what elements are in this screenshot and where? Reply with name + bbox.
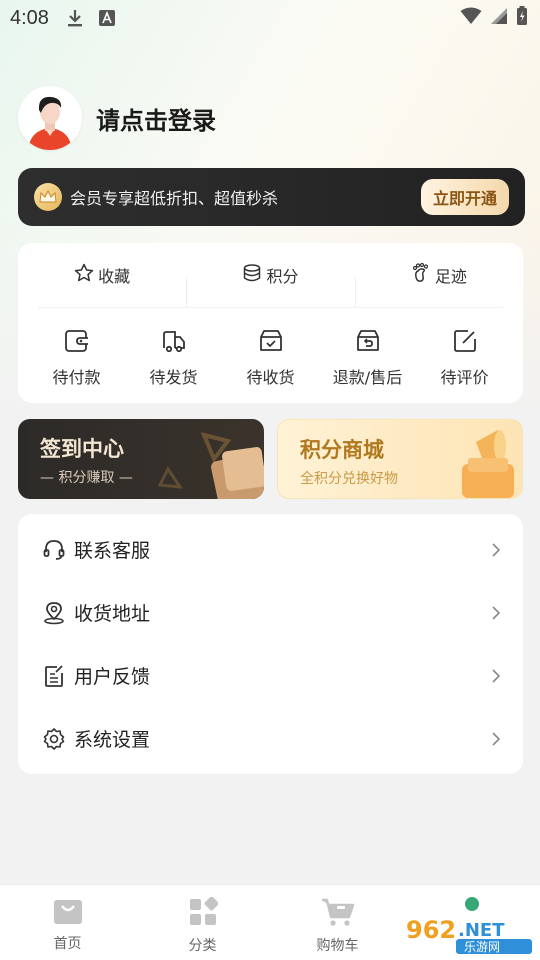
watermark-logo: 962 .NET 乐游网	[400, 908, 536, 956]
vip-banner[interactable]: 会员专享超低折扣、超值秒杀 立即开通	[18, 168, 525, 226]
chevron-right-icon	[491, 668, 501, 684]
order-refund[interactable]: 退款/售后	[322, 328, 414, 388]
sign-in-center-banner[interactable]: 签到中心 — 积分赚取 —	[18, 419, 264, 499]
favorites-label: 收藏	[98, 267, 131, 286]
order-pending-review[interactable]: 待评价	[419, 328, 511, 388]
footprint-link[interactable]: 足迹	[354, 262, 523, 307]
tab-home[interactable]: 首页	[0, 885, 135, 960]
wallet-icon	[64, 328, 90, 364]
refund-icon	[355, 328, 381, 364]
settings-icon	[42, 727, 66, 751]
points-mall-title: 积分商城	[300, 438, 384, 462]
footprint-icon	[411, 262, 435, 287]
text-a-icon	[98, 10, 115, 26]
order-pending-receipt[interactable]: 待收货	[225, 328, 317, 388]
review-icon	[452, 328, 478, 364]
menu-feedback[interactable]: 用户反馈	[18, 644, 523, 707]
order-status-row: 待付款 待发货 待收货 退款/售后 待评价	[18, 308, 523, 388]
quick-access-card: 收藏 积分 足迹 待付款 待发货 待收货 退款/售后 待评价	[18, 243, 523, 403]
order-pending-receipt-label: 待收货	[246, 368, 295, 387]
crown-icon	[34, 183, 62, 211]
points-mall-subtitle: 全积分兑换好物	[300, 471, 398, 487]
battery-icon	[516, 6, 528, 30]
star-icon	[74, 263, 98, 287]
avatar[interactable]	[18, 86, 82, 150]
order-pending-payment-label: 待付款	[52, 368, 101, 387]
tab-category-label: 分类	[188, 938, 217, 954]
cart-icon	[321, 897, 355, 935]
menu-customer-service[interactable]: 联系客服	[18, 518, 523, 581]
service-menu: 联系客服 收货地址 用户反馈 系统设置	[18, 514, 523, 774]
points-label: 积分	[266, 267, 299, 286]
vip-promo-text: 会员专享超低折扣、超值秒杀	[70, 189, 279, 208]
feedback-icon	[42, 664, 66, 688]
menu-shipping-address[interactable]: 收货地址	[18, 581, 523, 644]
signal-icon	[490, 7, 508, 29]
menu-settings[interactable]: 系统设置	[18, 707, 523, 770]
points-link[interactable]: 积分	[186, 263, 354, 307]
menu-feedback-label: 用户反馈	[74, 666, 151, 688]
tab-category[interactable]: 分类	[135, 885, 270, 960]
login-prompt[interactable]: 请点击登录	[96, 101, 216, 136]
tab-cart-label: 购物车	[316, 938, 359, 954]
location-icon	[42, 601, 66, 625]
chevron-right-icon	[491, 542, 501, 558]
chevron-right-icon	[491, 605, 501, 621]
profile-header[interactable]: 请点击登录	[18, 86, 216, 150]
order-refund-label: 退款/售后	[332, 368, 403, 387]
status-bar: 4:08	[0, 0, 540, 36]
order-pending-shipment-label: 待发货	[149, 368, 198, 387]
tab-cart[interactable]: 购物车	[270, 885, 405, 960]
favorites-link[interactable]: 收藏	[18, 263, 186, 287]
points-mall-banner[interactable]: 积分商城 全积分兑换好物	[277, 419, 523, 499]
footprint-label: 足迹	[434, 267, 467, 286]
vip-open-button[interactable]: 立即开通	[420, 179, 509, 215]
category-icon	[188, 896, 218, 935]
coins-icon	[242, 263, 266, 287]
order-pending-review-label: 待评价	[440, 368, 489, 387]
menu-customer-service-label: 联系客服	[74, 540, 151, 562]
menu-shipping-address-label: 收货地址	[74, 603, 151, 625]
headset-icon	[42, 538, 66, 562]
wifi-icon	[460, 7, 482, 29]
svg-text:.NET: .NET	[458, 920, 505, 941]
order-pending-shipment[interactable]: 待发货	[128, 328, 220, 388]
status-time: 4:08	[10, 6, 49, 29]
tab-home-label: 首页	[53, 936, 82, 952]
home-bag-icon	[53, 897, 83, 933]
sign-in-subtitle: — 积分赚取 —	[40, 470, 133, 486]
svg-text:乐游网: 乐游网	[464, 940, 500, 954]
sign-in-title: 签到中心	[40, 437, 124, 461]
inbox-icon	[258, 328, 284, 364]
truck-icon	[161, 328, 187, 364]
order-pending-payment[interactable]: 待付款	[31, 328, 123, 388]
svg-text:962: 962	[406, 916, 456, 944]
menu-settings-label: 系统设置	[74, 729, 151, 751]
download-icon	[67, 8, 83, 28]
chevron-right-icon	[491, 731, 501, 747]
